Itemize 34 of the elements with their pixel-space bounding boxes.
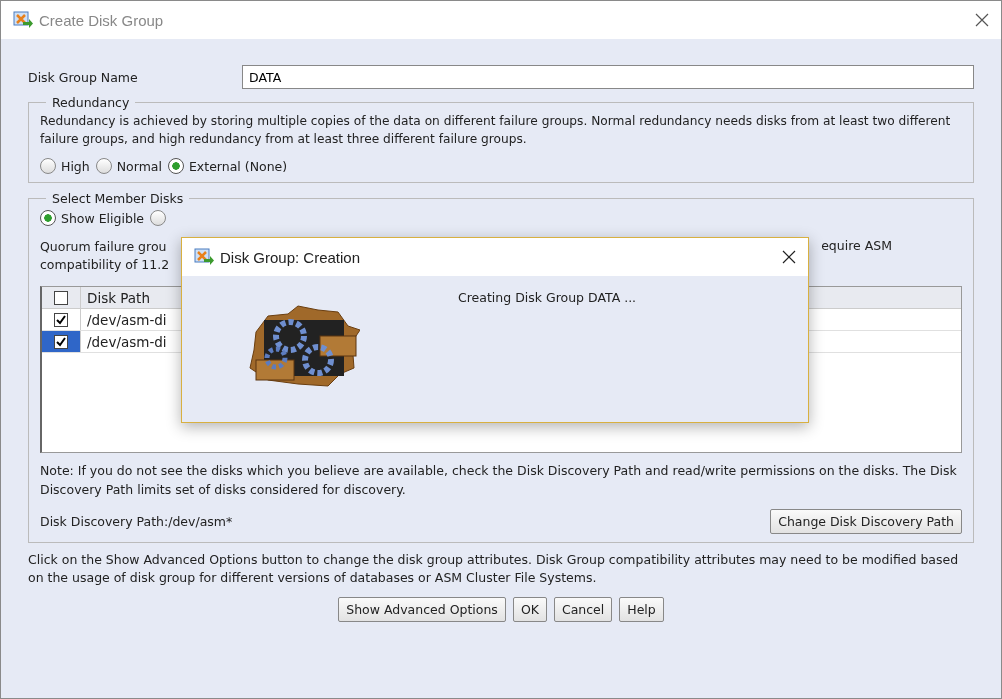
discovery-note: Note: If you do not see the disks which you believe are available, check the Disk Discovery Path and read/write permissions on the disks. The Disk Discovery Path limits set of disks considered for discovery. <box>40 462 958 499</box>
window-title: Create Disk Group <box>39 11 165 29</box>
checkbox[interactable] <box>54 312 68 327</box>
table-cell-text: /dev/asm-di <box>86 310 167 330</box>
radio-button[interactable]: Show Eligible <box>40 210 145 226</box>
radio-button[interactable] <box>150 210 167 226</box>
dialog-button[interactable]: Show Advanced Options <box>338 597 506 622</box>
quorum-note: Quorum failure grou <box>40 238 168 256</box>
discovery-path: Disk Discovery Path:/dev/asm* <box>40 514 233 529</box>
quorum-note: compatibility of 11.2 <box>40 256 170 274</box>
dialog-button[interactable]: Cancel <box>553 597 613 622</box>
column-header[interactable]: Disk Path <box>81 287 150 308</box>
radio-button[interactable]: External (None) <box>167 158 288 174</box>
close-icon[interactable] <box>975 13 989 27</box>
app-icon <box>13 10 33 30</box>
radio-button[interactable]: Normal <box>95 158 162 174</box>
group-legend: Select Member Disks <box>46 191 190 206</box>
progress-message: Creating Disk Group DATA ... <box>458 290 637 305</box>
dialog-button[interactable]: OK <box>512 597 547 622</box>
checkbox[interactable] <box>54 334 68 349</box>
name-field[interactable]: DATA <box>242 65 974 89</box>
radio-button[interactable]: High <box>40 158 90 174</box>
field-label: Disk Group Name <box>28 69 139 85</box>
redundancy-description: Redundancy is achieved by storing multiple copies of the data on different failure groups. Normal redundancy needs disks from at least two different failure groups, and high redundancy from at least three different failure groups. <box>40 113 952 148</box>
checkbox[interactable] <box>54 290 68 305</box>
group-legend: Redundancy <box>46 95 136 110</box>
app-icon <box>194 247 214 267</box>
dialog-title: Disk Group: Creation <box>220 248 361 266</box>
table-cell-text: /dev/asm-di <box>86 332 167 352</box>
dialog-button[interactable]: Help <box>619 597 664 622</box>
quorum-note: equire ASM <box>821 238 892 255</box>
advanced-note: Click on the Show Advanced Options button to change the disk group attributes. Disk Group compatibility attributes may need to be modified based on the usage of disk group for different versions of databases or ASM Cluster File Systems. <box>28 551 960 587</box>
close-icon[interactable] <box>782 250 796 264</box>
change-path-button[interactable]: Change Disk Discovery Path <box>770 509 962 534</box>
